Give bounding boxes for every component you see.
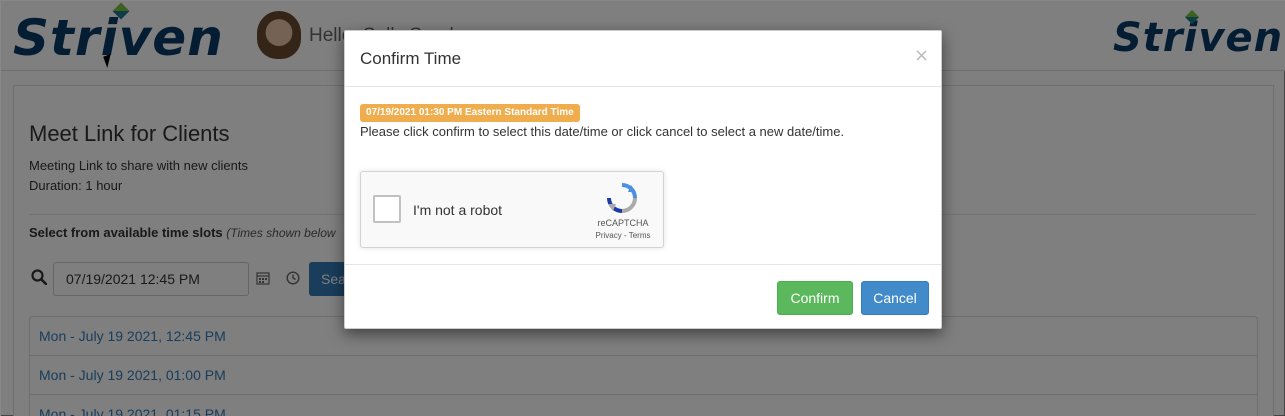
recaptcha-privacy-terms-link[interactable]: Privacy - Terms	[587, 231, 659, 240]
modal-footer: Confirm Cancel	[345, 264, 941, 328]
modal-message: Please click confirm to select this date…	[360, 124, 845, 139]
modal-header: Confirm Time ×	[345, 31, 941, 87]
recaptcha-widget: I'm not a robot reCAPTCHA Privacy - Term…	[360, 171, 664, 248]
recaptcha-logo-icon	[607, 183, 637, 213]
recaptcha-brand: reCAPTCHA	[597, 218, 649, 228]
close-icon[interactable]: ×	[914, 45, 929, 66]
recaptcha-checkbox[interactable]	[373, 195, 401, 223]
selected-time-badge: 07/19/2021 01:30 PM Eastern Standard Tim…	[360, 104, 580, 122]
confirm-button[interactable]: Confirm	[777, 281, 853, 315]
modal-title: Confirm Time	[360, 49, 462, 68]
confirm-time-modal: Confirm Time × 07/19/2021 01:30 PM Easte…	[344, 30, 942, 329]
cancel-button[interactable]: Cancel	[861, 281, 929, 315]
recaptcha-label: I'm not a robot	[413, 202, 503, 218]
